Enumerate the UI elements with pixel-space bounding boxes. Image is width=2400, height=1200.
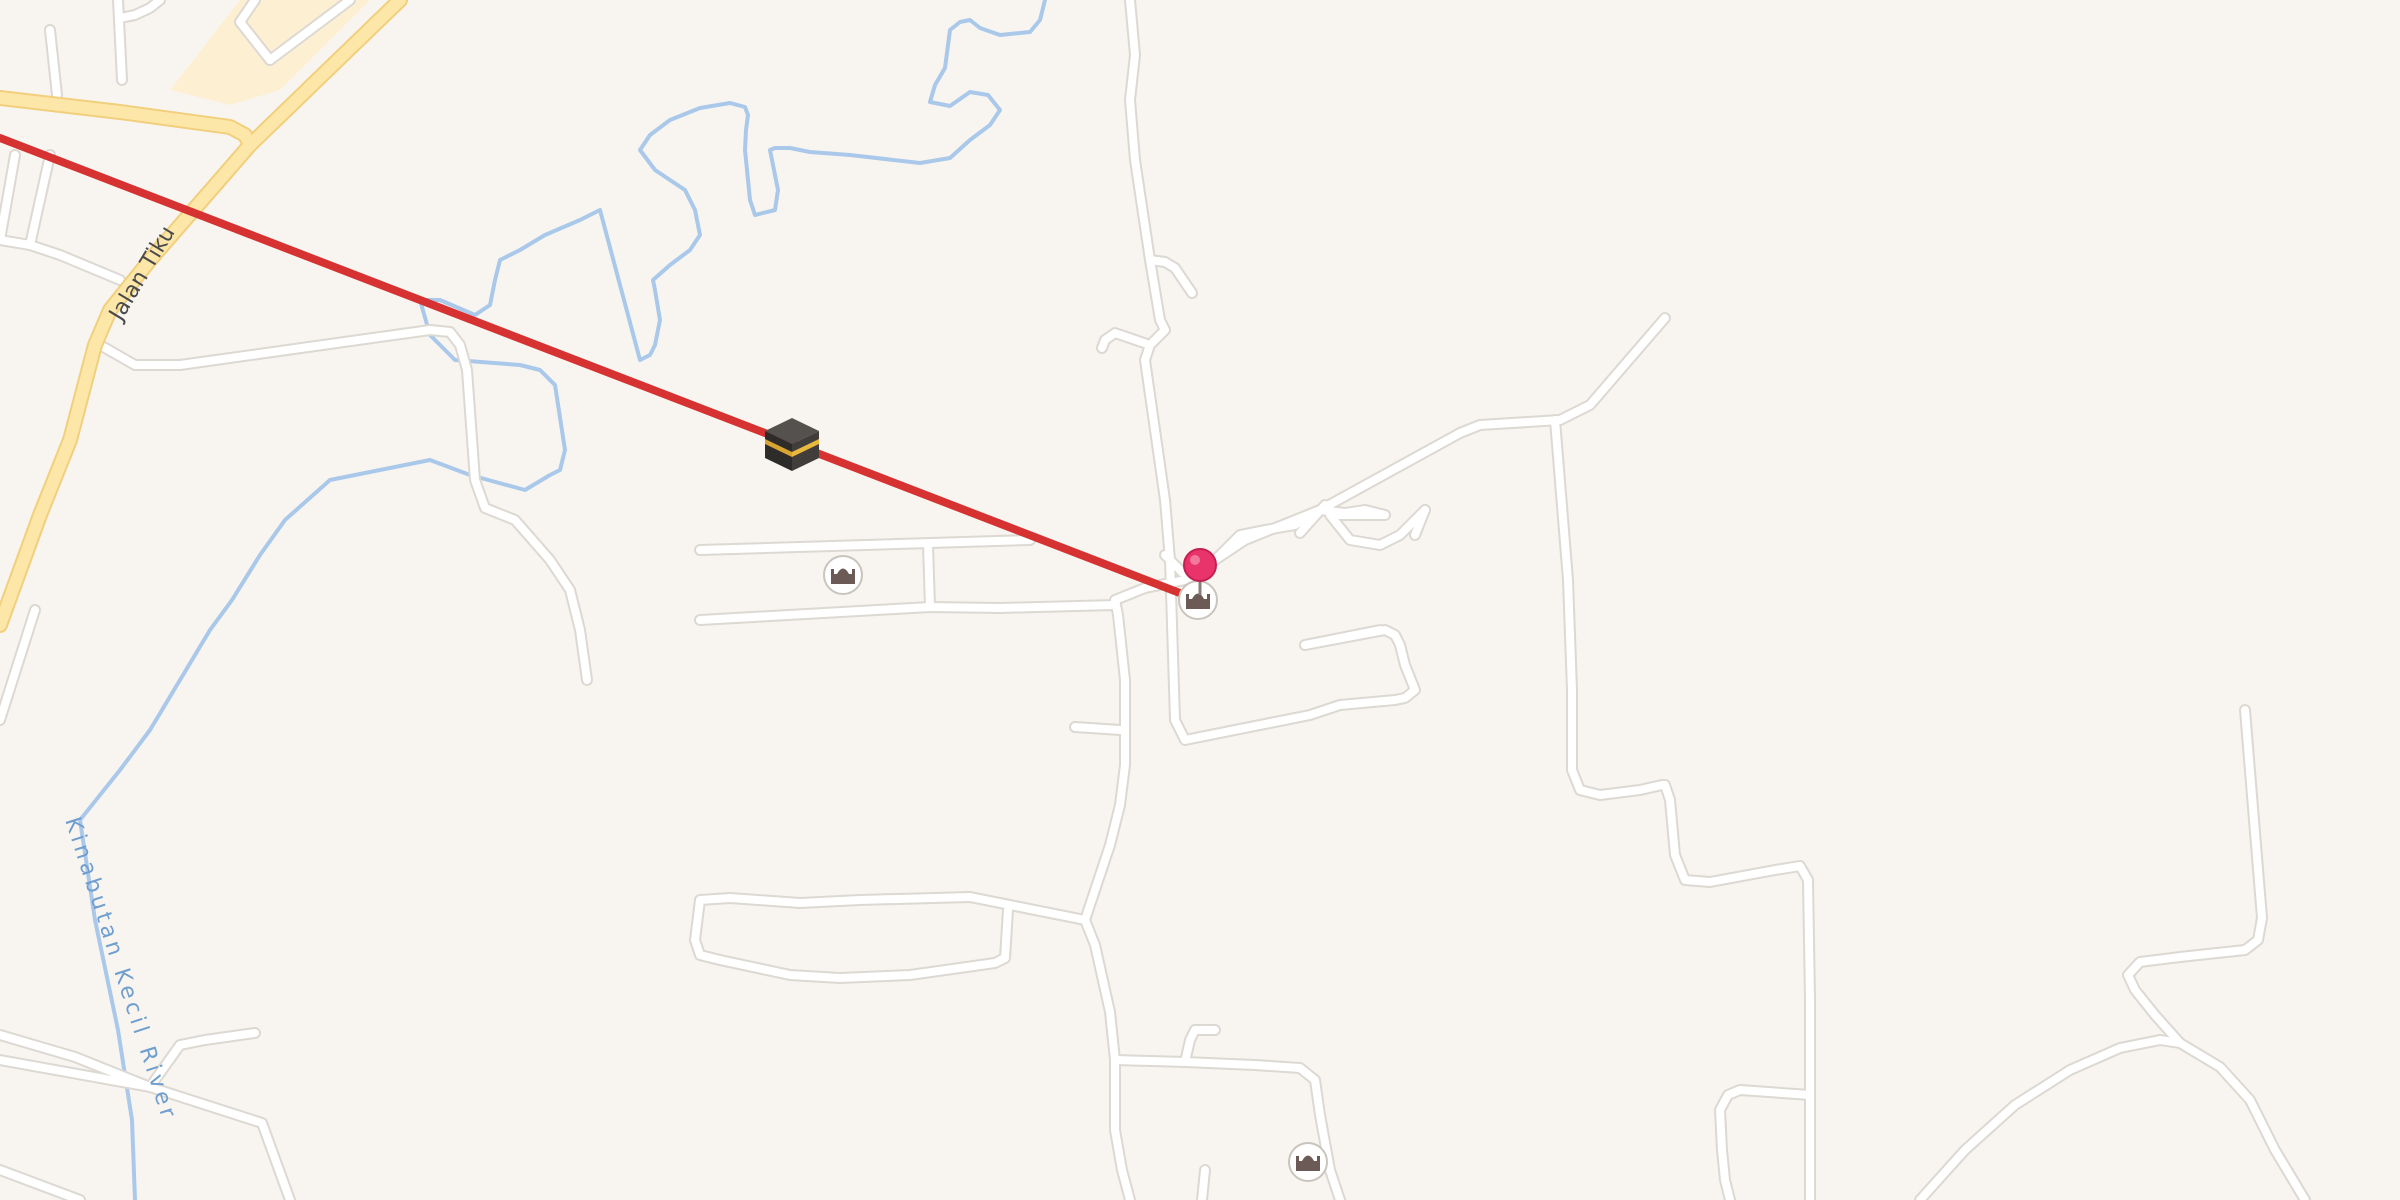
- mosque-icon[interactable]: [823, 555, 863, 595]
- mosque-icon[interactable]: [1288, 1142, 1328, 1182]
- stream-line: [418, 0, 1047, 362]
- minor-roads-casing: [0, 0, 2311, 1200]
- map-canvas[interactable]: Jalan Tiku Kinabutan Kecil River: [0, 0, 2400, 1200]
- kaaba-icon[interactable]: [765, 418, 819, 471]
- mosque-icon[interactable]: [1178, 580, 1218, 620]
- minor-roads: [0, 0, 2309, 1200]
